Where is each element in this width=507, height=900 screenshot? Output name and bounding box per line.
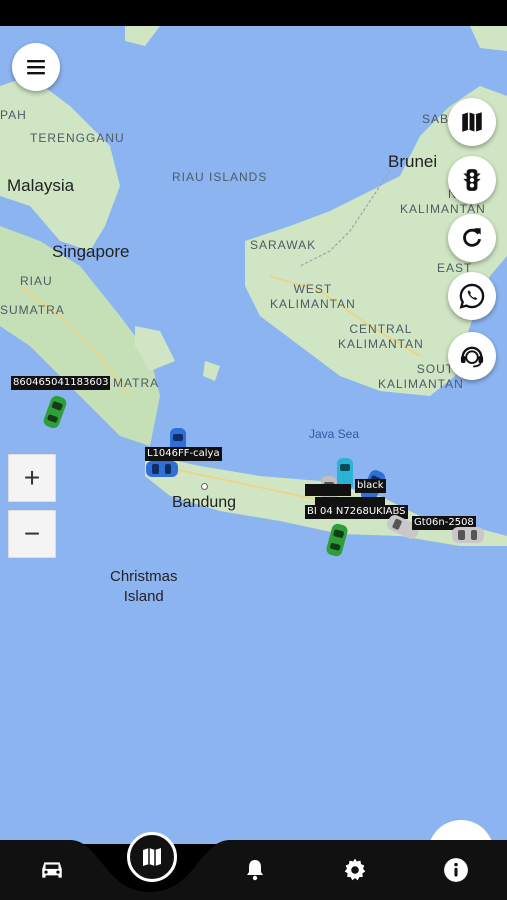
label-central-kalimantan: CENTRAL KALIMANTAN [338,322,424,351]
label-sabah: SAB [422,112,450,126]
label-riau-islands: RIAU ISLANDS [172,170,268,184]
nav-map[interactable] [127,832,177,882]
map-icon [462,112,482,132]
bell-icon [247,860,263,881]
hamburger-menu-icon [27,60,45,75]
label-riau: RIAU [20,274,53,288]
map-type-button[interactable] [448,98,496,146]
nav-settings[interactable] [339,854,371,886]
car-marker-green[interactable] [322,520,352,560]
info-icon [444,858,468,882]
label-brunei: Brunei [388,152,438,171]
city-dot [201,483,208,490]
map-icon [143,848,161,866]
vehicle-label[interactable]: 860465041183603 [11,376,111,390]
gear-icon [344,858,366,881]
label-christmas-island: Christmas Island [110,568,178,605]
label-java-sea: Java Sea [309,427,360,441]
car-icon [42,862,62,878]
zoom-out-button[interactable]: − [8,510,56,558]
label-terengganu: TERENGGANU [30,131,125,145]
nav-vehicles[interactable] [36,854,68,886]
refresh-icon [463,228,481,247]
bottom-nav [0,832,507,900]
zoom-in-button[interactable]: + [8,454,56,502]
whatsapp-button[interactable] [448,272,496,320]
refresh-button[interactable] [448,214,496,262]
traffic-light-icon [463,169,481,191]
car-marker-green[interactable] [42,392,68,432]
map-view[interactable]: PAH TERENGGANU Malaysia RIAU ISLANDS Sin… [0,26,507,844]
support-button[interactable] [448,332,496,380]
label-singapore: Singapore [52,242,130,261]
nav-notifications[interactable] [239,854,271,886]
label-pahang: PAH [0,108,27,122]
label-malaysia: Malaysia [7,176,75,195]
traffic-button[interactable] [448,156,496,204]
car-marker-blue[interactable] [142,456,182,482]
status-bar [0,0,507,26]
nav-info[interactable] [440,854,472,886]
support-agent-icon [460,346,484,368]
label-sumatra: SUMATRA [0,303,65,317]
label-matra: MATRA [113,376,160,390]
whatsapp-icon [459,283,485,309]
menu-button[interactable] [12,43,60,91]
car-marker-gray[interactable] [448,522,488,548]
vehicle-label[interactable]: black [355,479,386,493]
map-base [0,26,507,546]
label-west-kalimantan: WEST KALIMANTAN [270,282,356,311]
vehicle-label-overlap[interactable] [305,484,351,496]
label-bandung: Bandung [172,494,237,511]
label-sarawak: SARAWAK [250,238,317,252]
